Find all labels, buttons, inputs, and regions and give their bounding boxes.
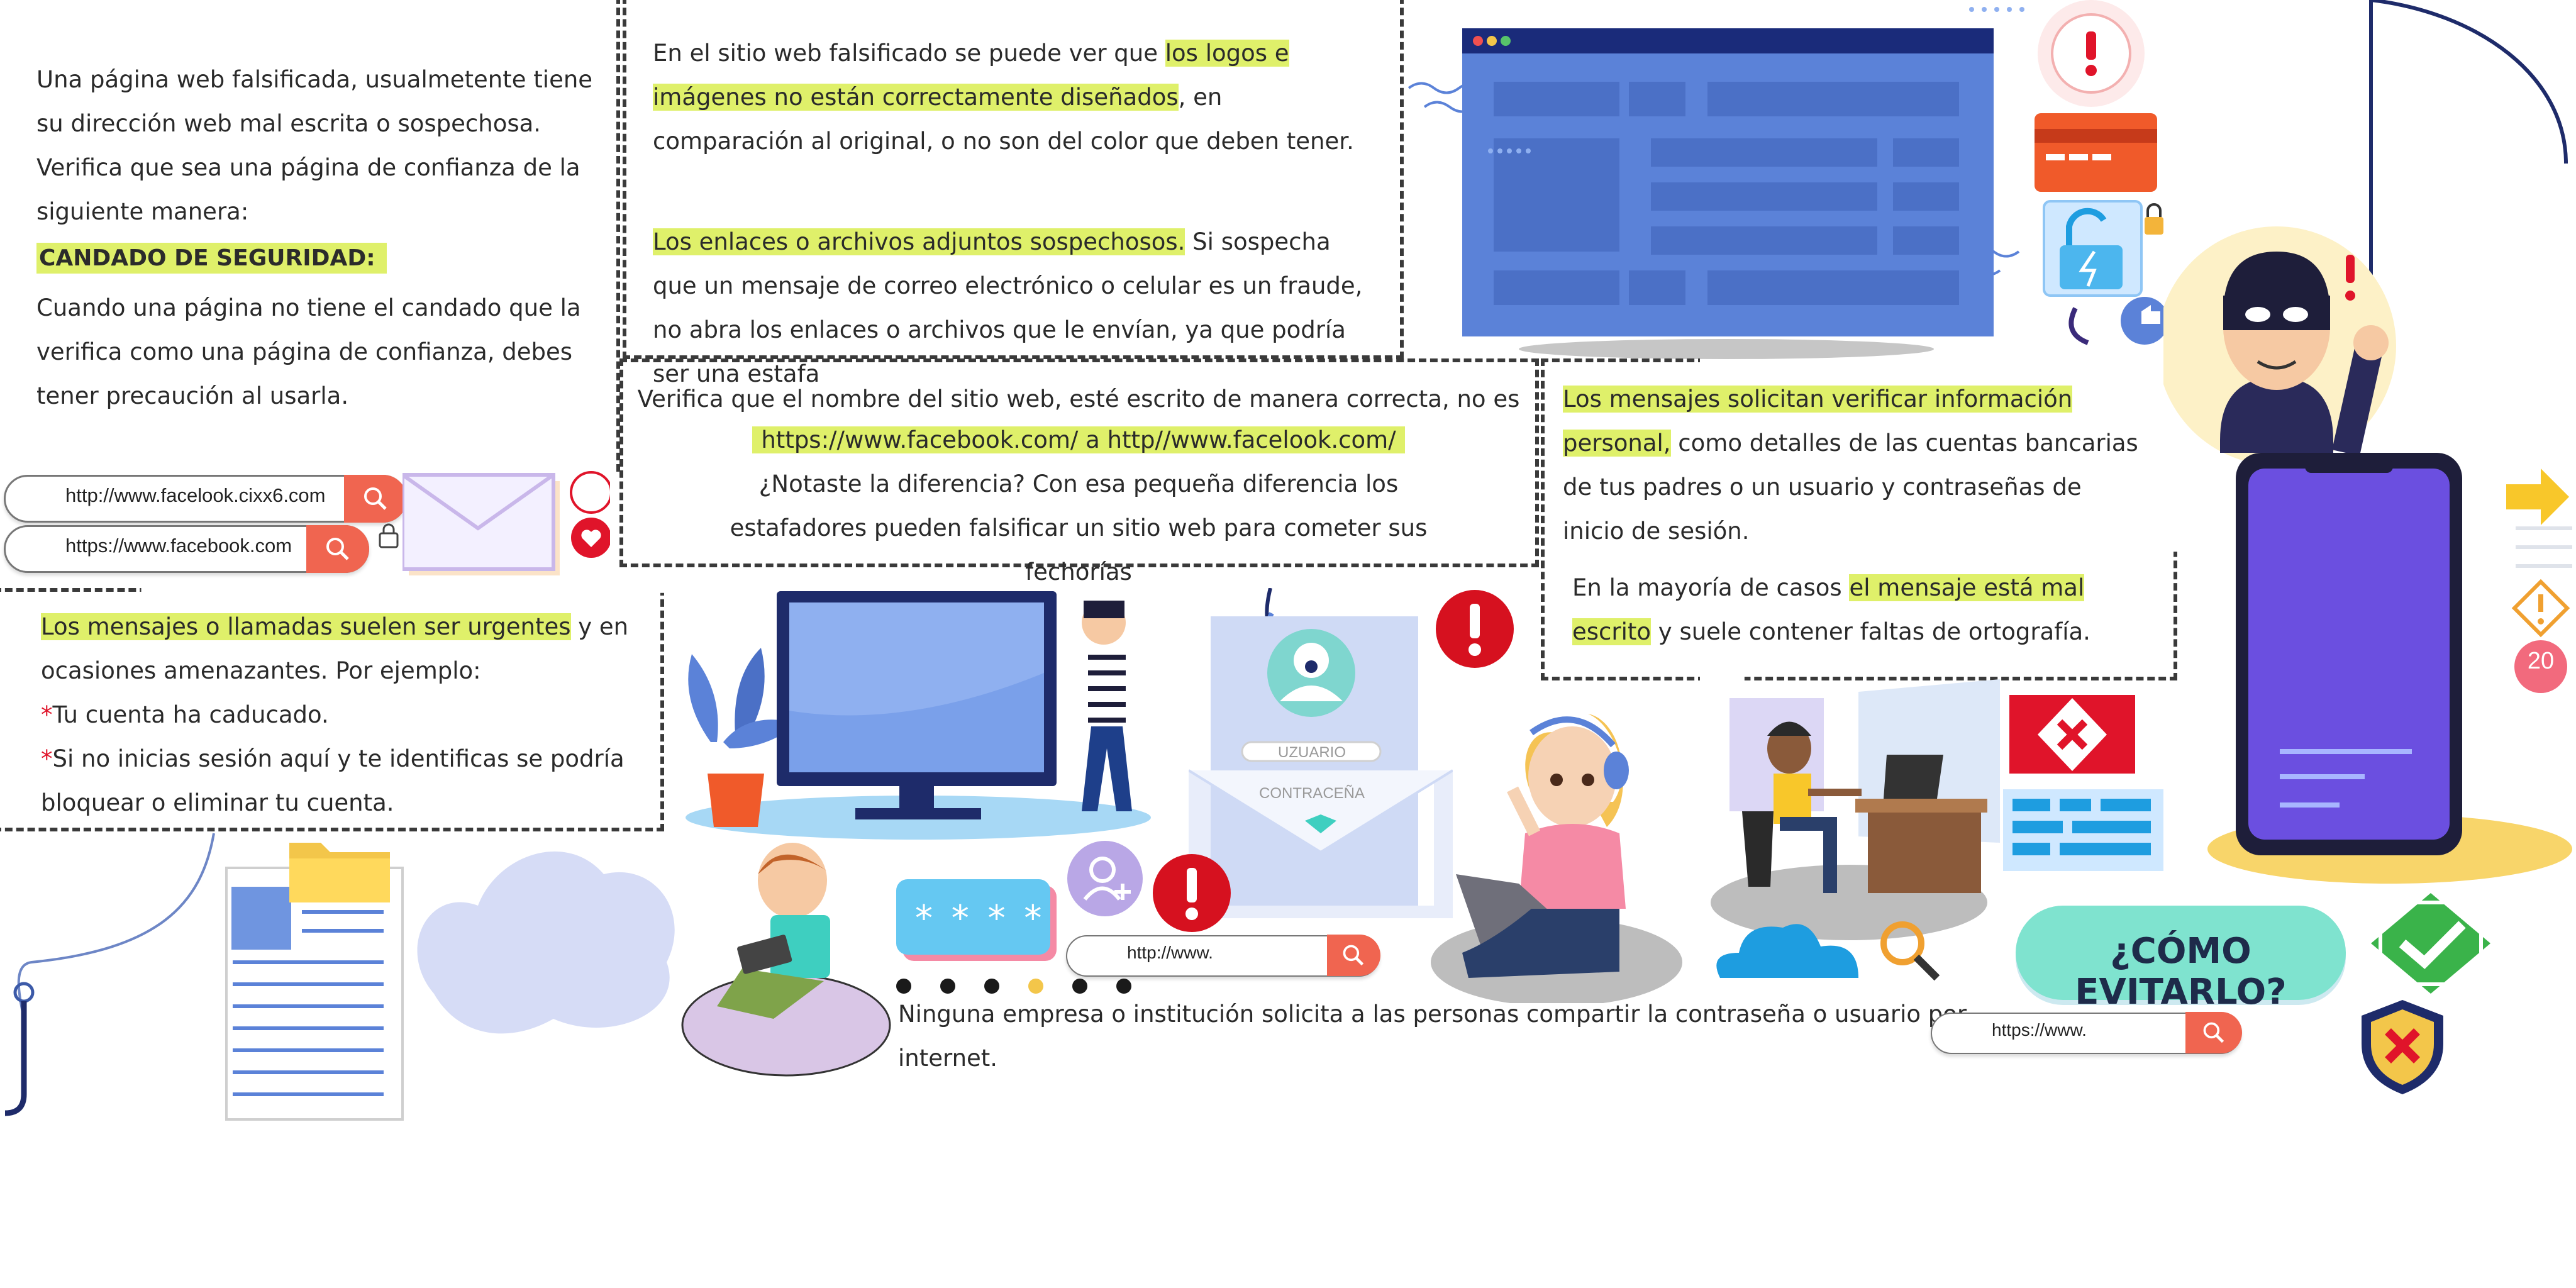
search-button[interactable]	[2185, 1012, 2242, 1053]
phishing-user-label: UZUARIO	[1278, 744, 1346, 761]
search-button[interactable]	[1327, 935, 1380, 976]
search-icon	[2203, 1022, 2224, 1043]
monitor-thief-illustration	[686, 591, 1151, 840]
alert-icon	[1153, 854, 1231, 932]
example-1: Tu cuenta ha caducado.	[52, 701, 329, 728]
search-icon	[326, 538, 349, 560]
password-mask: * * * *	[915, 898, 1046, 939]
block7-text: Los mensajes o llamadas suelen ser urgen…	[41, 605, 645, 825]
add-user-icon	[1067, 841, 1143, 916]
document-folder-illustration	[225, 843, 404, 1121]
block2-prefix: En el sitio web falsificado se puede ver…	[653, 40, 1165, 67]
search-icon	[1343, 945, 1364, 966]
phishing-pass-label: CONTRACEÑA	[1258, 785, 1365, 802]
block5-text: Los mensajes solicitan verificar informa…	[1563, 377, 2148, 553]
block4-compare-row: https://www.facebook.com/ a http//www.fa…	[629, 418, 1528, 462]
browser-window-illustration	[1407, 7, 2024, 359]
block6-suffix: y suele contener faltas de ortografía.	[1651, 618, 2090, 645]
security-icons-cluster	[2035, 0, 2168, 345]
block2-text: En el sitio web falsificado se puede ver…	[653, 31, 1376, 164]
asterisk: *	[41, 701, 53, 728]
girl-laptop-illustration	[1431, 714, 1682, 1003]
search-icon	[364, 487, 387, 510]
block1-intro: Una página web falsificada, usualmetente…	[36, 66, 593, 225]
fishing-hook-left	[4, 833, 215, 1116]
notification-count: 20	[2527, 648, 2555, 674]
boy-tablet-illustration	[681, 843, 891, 1077]
small-url-bar[interactable]: http://www.	[1066, 935, 1380, 977]
search-button[interactable]	[344, 475, 407, 523]
search-button[interactable]	[306, 525, 369, 573]
how-to-avoid-bubble: ¿CÓMO EVITARLO?	[2016, 906, 2346, 1013]
block1-heading: CANDADO DE SEGURIDAD:	[36, 243, 387, 274]
how-to-avoid-text: ¿CÓMO EVITARLO?	[2075, 931, 2287, 1013]
block3-highlight: Los enlaces o archivos adjuntos sospecho…	[653, 228, 1185, 255]
small-url-text: http://www.	[1127, 943, 1213, 962]
thief-with-phone-illustration	[2163, 0, 2572, 884]
cloud-search-illustration	[1716, 921, 1940, 981]
error-window-icon	[2003, 695, 2163, 871]
block1-body: Cuando una página no tiene el candado qu…	[36, 294, 581, 409]
fake-url-bar[interactable]: http://www.facelook.cixx6.com	[4, 475, 407, 523]
alert-icon	[1436, 590, 1514, 668]
security-lock-heading: CANDADO DE SEGURIDAD:	[36, 243, 387, 274]
cloud-blob	[417, 851, 675, 1034]
envelope-heart-icon	[402, 471, 610, 575]
password-bubble: * * * *	[896, 879, 1050, 955]
right-url-text: https://www.	[1992, 1020, 2087, 1040]
fake-url-text: http://www.facelook.cixx6.com	[65, 484, 326, 506]
asterisk: *	[41, 745, 53, 772]
check-icon	[2371, 893, 2490, 994]
block6-prefix: En la mayoría de casos	[1572, 574, 1850, 601]
padlock-icon	[379, 523, 399, 548]
footer-note: Ninguna empresa o institución solicita a…	[898, 1001, 1967, 1072]
example-2: Si no inicias sesión aquí y te identific…	[41, 745, 625, 816]
block6-text: En la mayoría de casos el mensaje está m…	[1572, 566, 2151, 654]
block4-line3: ¿Notaste la diferencia? Con esa pequeña …	[730, 470, 1428, 586]
url-comparison: https://www.facebook.com/ a http//www.fa…	[752, 426, 1405, 453]
real-url-text: https://www.facebook.com	[65, 535, 292, 557]
real-url-bar[interactable]: https://www.facebook.com	[4, 525, 369, 573]
shield-x-icon	[2362, 1000, 2443, 1094]
right-url-bar[interactable]: https://www.	[1931, 1012, 2242, 1054]
urgent-highlight: Los mensajes o llamadas suelen ser urgen…	[41, 613, 571, 640]
